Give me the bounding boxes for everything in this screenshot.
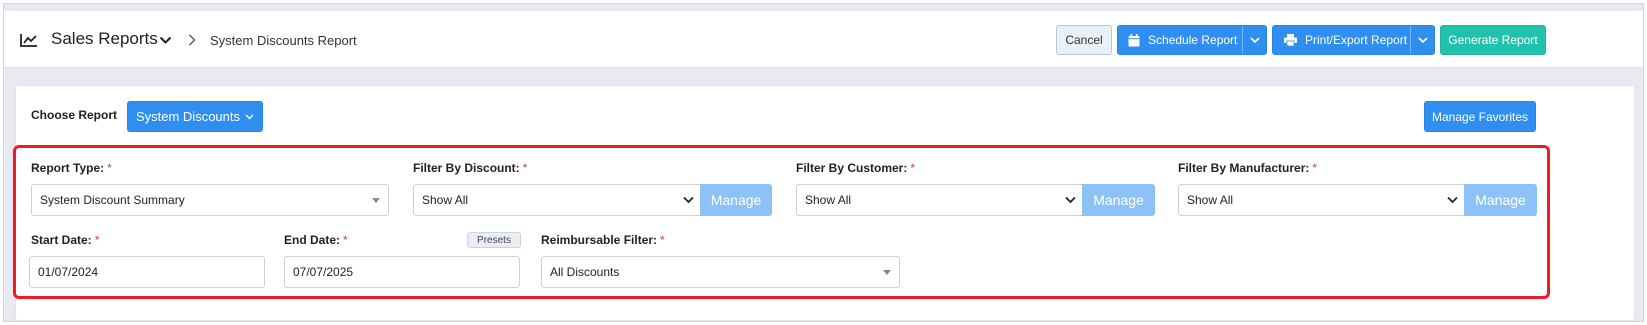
line-chart-icon xyxy=(20,34,37,47)
required-marker: * xyxy=(1312,161,1318,175)
reimbursable-filter-label: Reimbursable Filter: * xyxy=(541,233,665,247)
manage-favorites-label: Manage Favorites xyxy=(1431,109,1529,124)
start-date-value: 01/07/2024 xyxy=(38,265,99,279)
reimbursable-filter-select[interactable]: All Discounts xyxy=(541,256,900,288)
filter-discount-label: Filter By Discount: * xyxy=(413,161,527,175)
print-export-dropdown[interactable] xyxy=(1410,26,1434,54)
print-export-main: Print/Export Report xyxy=(1273,33,1410,47)
filter-manufacturer-value: Show All xyxy=(1187,193,1234,207)
filter-manufacturer-label-text: Filter By Manufacturer: xyxy=(1178,161,1310,175)
choose-report-label: Choose Report xyxy=(31,108,118,122)
report-type-value: System Discount Summary xyxy=(40,193,185,207)
report-type-select[interactable]: System Discount Summary xyxy=(31,184,389,216)
filter-discount-value: Show All xyxy=(422,193,469,207)
filter-discount-select[interactable]: Show All xyxy=(413,184,701,216)
app-frame: Sales Reports System Discounts Report Ca… xyxy=(3,3,1644,322)
chevron-down-icon xyxy=(245,114,254,119)
choose-report-value: System Discounts xyxy=(135,109,241,124)
report-type-label: Report Type: * xyxy=(31,161,112,175)
header-bar: Sales Reports System Discounts Report Ca… xyxy=(4,11,1643,68)
caret-down-icon xyxy=(372,198,380,203)
manage-favorites-button[interactable]: Manage Favorites xyxy=(1424,101,1536,132)
start-date-label: Start Date: * xyxy=(31,233,99,247)
required-marker: * xyxy=(522,161,528,175)
schedule-report-button[interactable]: Schedule Report xyxy=(1117,25,1267,55)
chevron-down-icon[interactable] xyxy=(159,36,172,45)
print-export-button[interactable]: Print/Export Report xyxy=(1272,25,1435,55)
filter-customer-label: Filter By Customer: * xyxy=(796,161,915,175)
reimbursable-filter-value: All Discounts xyxy=(550,265,620,279)
required-marker: * xyxy=(94,233,100,247)
manage-manufacturer-button[interactable]: Manage xyxy=(1464,184,1537,216)
filter-discount-label-text: Filter By Discount: xyxy=(413,161,520,175)
chevron-right-icon xyxy=(189,34,196,46)
end-date-label-text: End Date: xyxy=(284,233,341,247)
filter-manufacturer-select[interactable]: Show All xyxy=(1178,184,1465,216)
filter-manufacturer-label: Filter By Manufacturer: * xyxy=(1178,161,1317,175)
caret-down-icon xyxy=(883,270,891,275)
calendar-icon xyxy=(1128,33,1140,46)
cancel-button-label: Cancel xyxy=(1065,33,1103,47)
schedule-report-label: Schedule Report xyxy=(1148,33,1238,47)
chevron-down-icon xyxy=(1417,36,1428,43)
filter-customer-select[interactable]: Show All xyxy=(796,184,1083,216)
end-date-input[interactable]: 07/07/2025 xyxy=(284,256,520,288)
presets-label: Presets xyxy=(477,234,511,246)
end-date-label: End Date: * xyxy=(284,233,348,247)
print-export-label: Print/Export Report xyxy=(1305,33,1408,47)
generate-report-label: Generate Report xyxy=(1448,33,1538,47)
chevron-down-icon xyxy=(1065,196,1076,204)
report-type-label-text: Report Type: xyxy=(31,161,105,175)
schedule-report-main: Schedule Report xyxy=(1118,33,1242,47)
start-date-label-text: Start Date: xyxy=(31,233,92,247)
manage-discount-label: Manage xyxy=(710,192,762,208)
start-date-input[interactable]: 01/07/2024 xyxy=(29,256,265,288)
required-marker: * xyxy=(910,161,916,175)
printer-icon xyxy=(1284,34,1297,46)
breadcrumb-current: System Discounts Report xyxy=(210,33,357,48)
filter-customer-label-text: Filter By Customer: xyxy=(796,161,908,175)
reimbursable-filter-label-text: Reimbursable Filter: xyxy=(541,233,658,247)
chevron-down-icon xyxy=(1447,196,1458,204)
manage-discount-button[interactable]: Manage xyxy=(700,184,772,216)
manage-customer-button[interactable]: Manage xyxy=(1082,184,1155,216)
required-marker: * xyxy=(343,233,348,247)
choose-report-dropdown[interactable]: System Discounts xyxy=(127,101,263,132)
required-marker: * xyxy=(660,233,665,247)
chevron-down-icon xyxy=(1249,36,1260,43)
generate-report-button[interactable]: Generate Report xyxy=(1440,25,1546,55)
report-card: Choose Report System Discounts Manage Fa… xyxy=(13,85,1635,321)
required-marker: * xyxy=(107,161,112,175)
cancel-button[interactable]: Cancel xyxy=(1056,25,1112,55)
presets-button[interactable]: Presets xyxy=(467,232,521,248)
schedule-report-dropdown[interactable] xyxy=(1242,26,1266,54)
manage-customer-label: Manage xyxy=(1093,192,1144,208)
chevron-down-icon xyxy=(683,196,694,204)
page-title: Sales Reports xyxy=(51,29,158,48)
filter-customer-value: Show All xyxy=(805,193,852,207)
manage-manufacturer-label: Manage xyxy=(1475,192,1526,208)
end-date-value: 07/07/2025 xyxy=(293,265,354,279)
